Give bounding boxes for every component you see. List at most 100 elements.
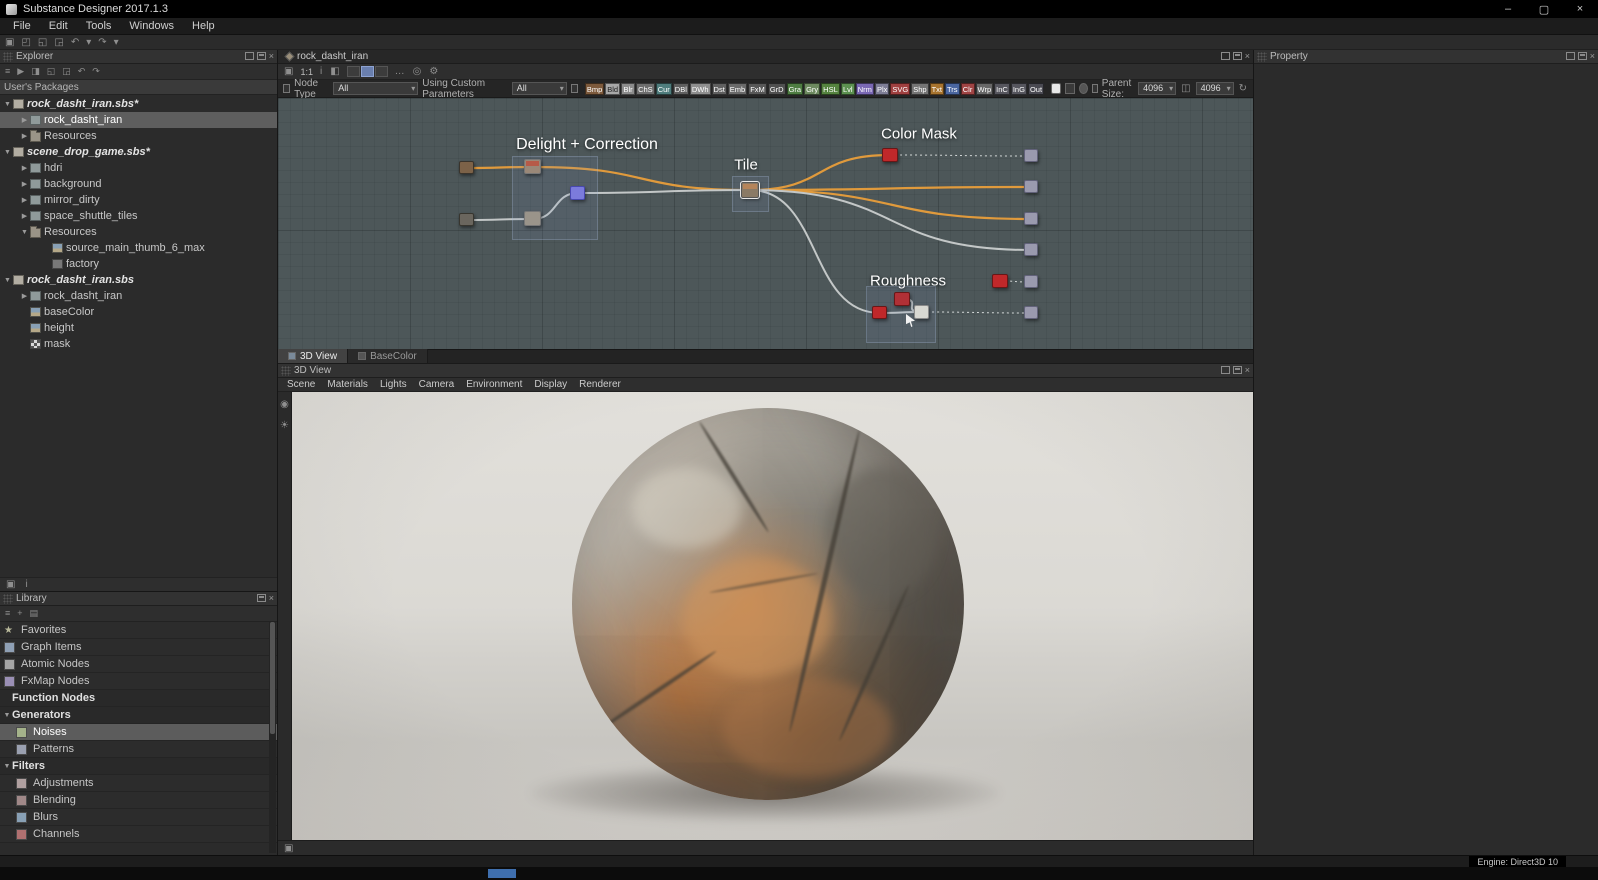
close-icon[interactable]: ×: [269, 52, 274, 61]
filter-chip-out[interactable]: Out: [1028, 83, 1044, 95]
output-node-4[interactable]: [1024, 243, 1038, 256]
library-scrollbar[interactable]: [269, 622, 276, 853]
explorer-header[interactable]: Explorer ×: [0, 50, 277, 64]
filter-chip-txt[interactable]: Txt: [930, 83, 944, 95]
undo-icon[interactable]: ↶: [77, 65, 87, 78]
display-icon[interactable]: ☀: [279, 419, 290, 432]
node-type-checkbox[interactable]: [283, 84, 290, 93]
input-bitmap-node-2[interactable]: [459, 213, 474, 226]
scrollbar-thumb[interactable]: [270, 622, 275, 734]
filter-chip-fxm[interactable]: FxM: [748, 83, 767, 95]
property-header[interactable]: Property ×: [1254, 50, 1598, 64]
view3d-menu-renderer[interactable]: Renderer: [573, 379, 627, 390]
tree-item-resources[interactable]: ▼Resources: [0, 224, 277, 240]
parent-size-checkbox[interactable]: [1092, 84, 1098, 93]
3d-viewport[interactable]: [292, 392, 1253, 840]
output-node-1[interactable]: [1024, 149, 1038, 162]
play-icon[interactable]: ▶: [16, 65, 25, 78]
menu-tools[interactable]: Tools: [77, 18, 121, 35]
library-item-function-nodes[interactable]: Function Nodes: [0, 690, 277, 707]
library-item-adjustments[interactable]: Adjustments: [0, 775, 277, 792]
link-size-icon[interactable]: ◫: [1180, 82, 1191, 95]
filter-chip-grd[interactable]: GrD: [768, 83, 786, 95]
tree-item-factory[interactable]: factory: [0, 256, 277, 272]
expander-icon[interactable]: ▶: [20, 164, 29, 172]
dock-icon[interactable]: [257, 52, 266, 60]
expander-icon[interactable]: ▶: [20, 132, 29, 140]
filter-chip-dwh[interactable]: DWh: [690, 83, 711, 95]
library-item-fxmap-nodes[interactable]: FxMap Nodes: [0, 673, 277, 690]
expander-icon[interactable]: ▼: [3, 101, 12, 108]
expander-icon[interactable]: ▶: [20, 196, 29, 204]
library-item-favorites[interactable]: ★Favorites: [0, 622, 277, 639]
undo-history-icon[interactable]: ▾: [85, 36, 92, 49]
close-icon[interactable]: ×: [1590, 52, 1595, 61]
tree-item-mirror-dirty[interactable]: ▶mirror_dirty: [0, 192, 277, 208]
expander-icon[interactable]: ▶: [20, 180, 29, 188]
close-icon[interactable]: ×: [269, 594, 274, 603]
link-icon[interactable]: ◨: [30, 65, 41, 78]
taskbar-indicator[interactable]: [488, 869, 516, 878]
dock-icon[interactable]: ▣: [283, 842, 294, 855]
colormask-node[interactable]: [882, 148, 898, 162]
roughness-blend-node[interactable]: [914, 305, 929, 319]
tree-item-scene-drop-game-sbs[interactable]: ▼scene_drop_game.sbs*: [0, 144, 277, 160]
custom-params-select[interactable]: All: [512, 82, 567, 95]
fit-view-icon[interactable]: ▣: [283, 65, 294, 78]
filter-chip-plx[interactable]: Plx: [875, 83, 889, 95]
library-item-patterns[interactable]: Patterns: [0, 741, 277, 758]
filter-chip-hsl[interactable]: HSL: [821, 83, 840, 95]
tree-item-rock-dasht-iran-sbs[interactable]: ▼rock_dasht_iran.sbs: [0, 272, 277, 288]
roughness-node-2[interactable]: [894, 292, 910, 306]
expander-icon[interactable]: ▶: [20, 116, 29, 124]
expander-icon[interactable]: ▼: [3, 149, 12, 156]
dock-icon[interactable]: [1233, 366, 1242, 374]
save-all-icon[interactable]: ◲: [61, 65, 72, 78]
tree-item-basecolor[interactable]: baseColor: [0, 304, 277, 320]
output-node-3[interactable]: [1024, 212, 1038, 225]
filter-chip-svg[interactable]: SVG: [890, 83, 910, 95]
comment-icon[interactable]: [1051, 83, 1061, 94]
link-mode-icon[interactable]: ◧: [329, 65, 340, 78]
drag-grip-icon[interactable]: [281, 366, 291, 376]
output-node-5[interactable]: [1024, 275, 1038, 288]
filter-chip-nrm[interactable]: Nrm: [856, 83, 874, 95]
drag-grip-icon[interactable]: [3, 594, 13, 604]
close-icon[interactable]: ×: [1245, 366, 1250, 375]
library-item-generators[interactable]: ▼Generators: [0, 707, 277, 724]
filter-icon[interactable]: ≡: [4, 65, 11, 78]
library-item-atomic-nodes[interactable]: Atomic Nodes: [0, 656, 277, 673]
add-icon[interactable]: +: [16, 607, 23, 620]
save-all-icon[interactable]: ◲: [53, 36, 64, 49]
frame-icon[interactable]: [1065, 83, 1075, 94]
filter-chip-clr[interactable]: Clr: [961, 83, 975, 95]
filter-chip-gra[interactable]: Gra: [787, 83, 804, 95]
expander-icon[interactable]: ▶: [20, 212, 29, 220]
view3d-menu-display[interactable]: Display: [528, 379, 573, 390]
roughness-final-node[interactable]: [992, 274, 1008, 288]
filter-chip-ing[interactable]: InG: [1011, 83, 1027, 95]
view3d-menu-scene[interactable]: Scene: [281, 379, 321, 390]
dock-icon[interactable]: [1233, 52, 1242, 60]
view3d-menu-environment[interactable]: Environment: [460, 379, 528, 390]
redo-history-icon[interactable]: ▾: [113, 36, 120, 49]
filter-chip-bld[interactable]: Bld: [605, 83, 620, 95]
camera-icon[interactable]: ◉: [279, 398, 290, 411]
view3d-header[interactable]: 3D View ×: [278, 364, 1253, 378]
close-icon[interactable]: ×: [1245, 52, 1250, 61]
zoom-level[interactable]: 1:1: [300, 67, 313, 77]
parent-size-height-select[interactable]: 4096: [1196, 82, 1234, 95]
correction-node[interactable]: [524, 211, 541, 226]
filter-chip-dbl[interactable]: DBl: [673, 83, 689, 95]
view3d-menu-materials[interactable]: Materials: [321, 379, 374, 390]
filter-chip-chs[interactable]: ChS: [636, 83, 655, 95]
compass-icon[interactable]: ◎: [412, 65, 423, 78]
expander-icon[interactable]: ▶: [20, 292, 29, 300]
filter-chip-dst[interactable]: Dst: [712, 83, 727, 95]
tile-node[interactable]: [741, 182, 759, 198]
info-icon[interactable]: i: [24, 578, 28, 591]
library-item-blending[interactable]: Blending: [0, 792, 277, 809]
move-mode-button[interactable]: [361, 66, 374, 77]
roughness-node-1[interactable]: [872, 306, 887, 319]
pan-mode-button[interactable]: [375, 66, 388, 77]
